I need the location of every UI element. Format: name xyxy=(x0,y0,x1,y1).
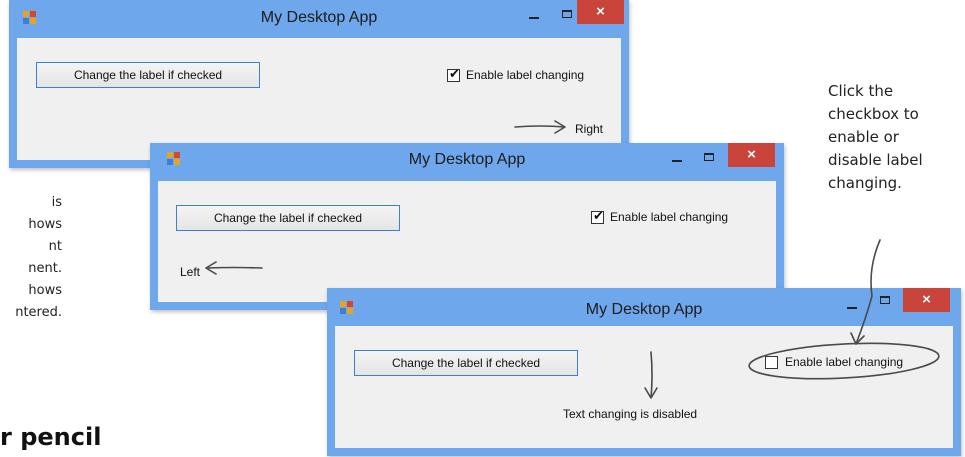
arrow-down xyxy=(644,351,658,399)
checkbox-highlight-ellipse xyxy=(748,342,940,380)
arrow-left xyxy=(205,261,263,275)
arrow-to-checkbox xyxy=(850,239,881,345)
arrow-right xyxy=(514,120,566,134)
annotation-arrows xyxy=(205,120,940,399)
